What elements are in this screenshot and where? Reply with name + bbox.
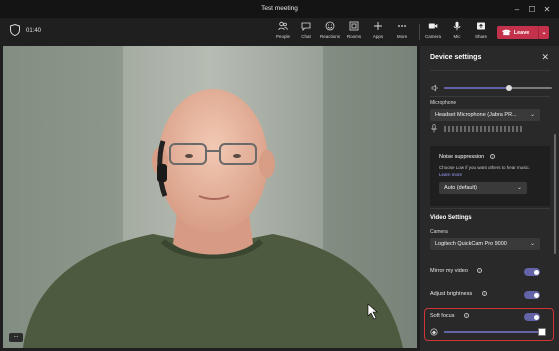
soft-focus-toggle[interactable]	[524, 313, 540, 321]
chevron-down-icon: ⌄	[529, 241, 535, 247]
close-panel-icon[interactable]: ✕	[541, 52, 549, 63]
noise-suppression-value: Auto (default)	[444, 185, 478, 191]
video-settings-title: Video Settings	[430, 215, 472, 221]
share-label: Share	[474, 34, 487, 39]
speaker-volume-thumb[interactable]	[505, 85, 512, 91]
rooms-label: Rooms	[346, 34, 362, 39]
camera-button[interactable]: Camera	[420, 21, 446, 45]
soft-focus-label: Soft focus i	[430, 313, 469, 319]
apps-icon	[374, 22, 382, 30]
video-feed: ...	[3, 46, 417, 348]
panel-title: Device settings	[430, 54, 482, 61]
noise-suppression-title: Noise suppression i	[439, 154, 495, 160]
apps-button[interactable]: Apps	[365, 21, 391, 45]
panel-header-divider	[430, 70, 550, 71]
mirror-video-label: Mirror my video i	[430, 268, 483, 274]
meeting-toolbar: 01:40 People Chat Reactions Rooms Apps M…	[0, 18, 559, 46]
noise-suppression-description-text: Choose Low if you want others to hear mu…	[439, 165, 531, 170]
video-divider	[430, 208, 550, 209]
speaker-volume-slider[interactable]	[444, 85, 552, 91]
noise-suppression-title-text: Noise suppression	[439, 154, 485, 160]
window-title: Test meeting	[261, 5, 298, 12]
mirror-video-toggle[interactable]	[524, 268, 540, 276]
microphone-icon	[431, 124, 437, 133]
chat-label: Chat	[301, 34, 311, 39]
learn-more-link[interactable]: Learn more	[439, 172, 462, 177]
rooms-button[interactable]: Rooms	[341, 21, 367, 45]
mic-icon	[453, 21, 461, 31]
chat-button[interactable]: Chat	[293, 21, 319, 45]
rooms-icon	[349, 21, 359, 31]
panel-scrollbar[interactable]	[554, 134, 556, 254]
more-icon	[398, 25, 406, 27]
people-icon	[278, 21, 288, 31]
camera-select[interactable]: Logitech QuickCam Pro 9000 ⌄	[430, 238, 540, 250]
camera-label: Camera	[430, 229, 448, 235]
meeting-timer: 01:40	[26, 28, 42, 34]
chevron-down-icon: ⌄	[516, 185, 522, 191]
leave-label: Leave	[513, 29, 530, 36]
noise-suppression-select[interactable]: Auto (default) ⌄	[439, 182, 527, 194]
info-icon[interactable]: i	[477, 268, 483, 274]
reactions-icon	[325, 21, 335, 31]
phone-hangup-icon: ☎	[502, 29, 511, 37]
participant-video-image	[3, 46, 417, 348]
more-button[interactable]: More	[389, 21, 415, 45]
leave-button[interactable]: ☎ Leave ⌄	[497, 26, 549, 39]
reactions-label: Reactions	[319, 34, 340, 39]
title-bar: Test meeting – ☐ ✕	[0, 0, 559, 18]
soft-focus-thumb[interactable]	[538, 328, 546, 336]
share-icon	[477, 22, 485, 30]
minimize-button[interactable]: –	[509, 3, 525, 15]
share-button[interactable]: Share	[468, 21, 494, 45]
device-settings-panel: Device settings ✕ Microphone Headset Mic…	[420, 46, 559, 351]
mic-level-meter	[444, 126, 522, 132]
soft-focus-fill	[444, 331, 542, 333]
microphone-label: Microphone	[430, 100, 457, 106]
adjust-brightness-label: Adjust brightness i	[430, 291, 487, 297]
microphone-value: Headset Microphone (Jabra PR...	[435, 112, 517, 118]
camera-value: Logitech QuickCam Pro 9000	[435, 241, 507, 247]
mic-button[interactable]: Mic	[444, 21, 470, 45]
leave-dropdown-chevron-icon[interactable]: ⌄	[538, 26, 549, 39]
chevron-down-icon: ⌄	[529, 112, 535, 118]
noise-suppression-description: Choose Low if you want others to hear mu…	[439, 165, 539, 178]
video-more-options-button[interactable]: ...	[9, 333, 23, 342]
noise-suppression-section: Noise suppression i Choose Low if you wa…	[430, 146, 550, 206]
info-icon[interactable]: i	[481, 291, 487, 297]
chat-icon	[301, 22, 311, 31]
speaker-divider	[430, 96, 550, 97]
apps-label: Apps	[372, 34, 384, 39]
info-icon[interactable]: i	[464, 313, 469, 319]
close-window-button[interactable]: ✕	[539, 3, 555, 15]
speaker-icon	[431, 84, 438, 92]
reactions-button[interactable]: Reactions	[317, 21, 343, 45]
speaker-volume-fill	[444, 87, 509, 89]
soft-focus-slider[interactable]	[444, 331, 542, 333]
adjust-brightness-toggle[interactable]	[524, 291, 540, 299]
mirror-video-label-text: Mirror my video	[430, 268, 468, 274]
camera-label: Camera	[424, 34, 441, 39]
adjust-brightness-label-text: Adjust brightness	[430, 291, 473, 297]
soft-focus-label-text: Soft focus	[430, 313, 455, 319]
mic-label: Mic	[453, 34, 461, 39]
more-label: More	[396, 34, 408, 39]
microphone-select[interactable]: Headset Microphone (Jabra PR... ⌄	[430, 109, 540, 121]
shield-icon	[10, 24, 20, 36]
info-icon[interactable]: i	[489, 154, 495, 160]
maximize-button[interactable]: ☐	[524, 3, 540, 15]
camera-icon	[428, 23, 438, 29]
soft-focus-icon	[430, 328, 438, 336]
